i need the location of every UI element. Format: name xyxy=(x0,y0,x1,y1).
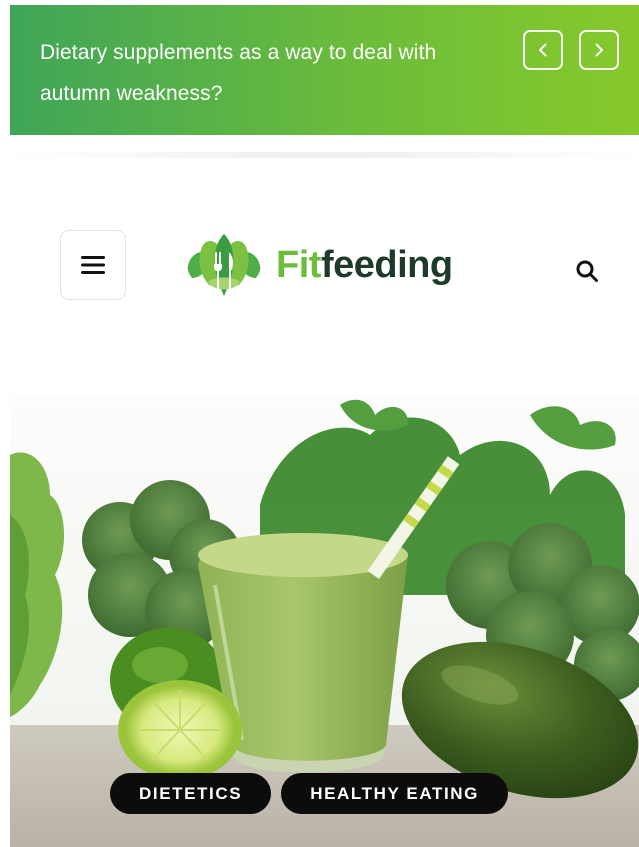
menu-button[interactable] xyxy=(60,230,126,300)
site-logo[interactable]: Fitfeeding xyxy=(184,230,453,300)
tag-dietetics[interactable]: DIETETICS xyxy=(110,773,272,814)
ticker-prev-button[interactable] xyxy=(523,30,563,70)
search-button[interactable] xyxy=(568,252,606,290)
ticker-headline-link[interactable]: Dietary supplements as a way to deal wit… xyxy=(40,32,480,114)
chevron-left-icon xyxy=(539,43,547,57)
logo-text-feeding: feeding xyxy=(320,244,453,286)
page: Dietary supplements as a way to deal wit… xyxy=(0,0,639,847)
ticker-next-button[interactable] xyxy=(579,30,619,70)
chevron-right-icon xyxy=(595,43,603,57)
leaf-fork-logo-icon xyxy=(187,234,261,296)
search-icon xyxy=(576,260,598,282)
news-ticker: Dietary supplements as a way to deal wit… xyxy=(10,5,639,135)
hamburger-menu-icon xyxy=(81,256,105,274)
logo-text: Fitfeeding xyxy=(276,246,453,284)
logo-text-fit: Fit xyxy=(276,244,321,286)
category-tags: DIETETICS HEALTHY EATING xyxy=(110,773,508,814)
tag-healthy-eating[interactable]: HEALTHY EATING xyxy=(281,773,508,814)
hero-image[interactable]: DIETETICS HEALTHY EATING xyxy=(10,395,639,847)
divider xyxy=(10,152,639,158)
